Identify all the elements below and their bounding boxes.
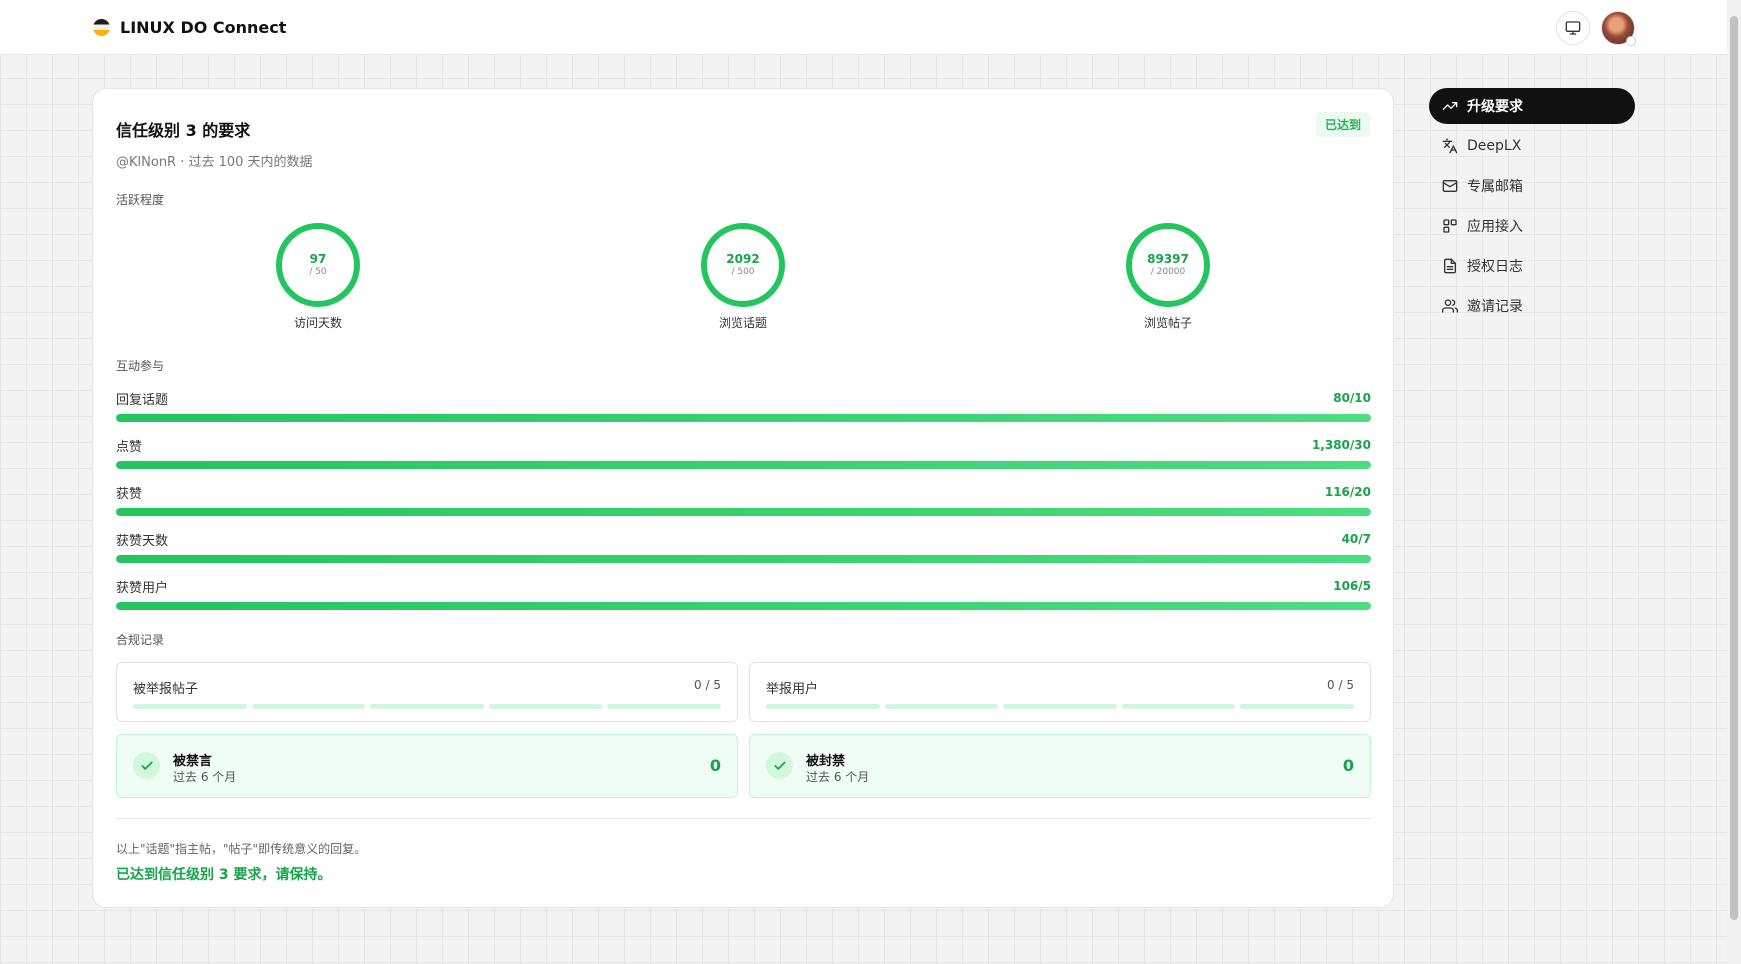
linux-do-logo-icon [93, 19, 110, 36]
bar-value: 80/10 [1333, 391, 1371, 405]
ring-label: 访问天数 [293, 316, 342, 330]
ring-target: / 500 [731, 267, 755, 277]
nav-item-mail[interactable]: 专属邮箱 [1429, 168, 1635, 204]
progress-fill [116, 414, 1371, 422]
bar-replies: 回复话题 80/10 [116, 389, 1371, 422]
activity-section-label: 活跃程度 [116, 193, 165, 207]
ring-topics-viewed: 2092 / 500 浏览话题 [683, 223, 803, 331]
box-title: 被举报帖子 [133, 682, 199, 697]
translate-icon [1441, 137, 1459, 155]
penalty-subtitle: 过去 6 个月 [806, 770, 870, 784]
ring-label: 浏览帖子 [1143, 316, 1192, 330]
ring-label: 浏览话题 [718, 316, 767, 330]
theme-toggle-button[interactable] [1556, 11, 1590, 45]
segment-bar [133, 704, 721, 709]
ring-value: 97 [309, 252, 327, 266]
card-subtitle: @KlNonR · 过去 100 天内的数据 [116, 155, 313, 170]
bar-liked-days: 获赞天数 40/7 [116, 530, 1371, 563]
progress-bar [116, 555, 1371, 563]
nav-item-invites[interactable]: 邀请记录 [1429, 288, 1635, 324]
check-icon [133, 752, 160, 779]
segment-bar [766, 704, 1354, 709]
brand[interactable]: LINUX DO Connect [93, 18, 286, 37]
progress-ring: 89397 / 20000 [1126, 223, 1210, 307]
bar-likes-given: 点赞 1,380/30 [116, 436, 1371, 469]
nav-item-auth-log[interactable]: 授权日志 [1429, 248, 1635, 284]
scrollbar-thumb[interactable] [1730, 16, 1738, 920]
progress-bar [116, 461, 1371, 469]
penalty-count: 0 [709, 756, 721, 775]
avatar[interactable] [1601, 11, 1636, 46]
document-icon [1441, 257, 1459, 275]
nav-item-apps[interactable]: 应用接入 [1429, 208, 1635, 244]
divider [116, 818, 1371, 819]
card-title: 信任级别 3 的要求 [116, 121, 251, 140]
monitor-icon [1565, 21, 1581, 35]
footnote: 以上"话题"指主帖，"帖子"即传统意义的回复。 [116, 842, 367, 856]
mail-icon [1441, 177, 1459, 195]
ring-posts-viewed: 89397 / 20000 浏览帖子 [1108, 223, 1228, 331]
nav-item-label: 邀请记录 [1467, 299, 1523, 315]
ring-visit-days: 97 / 50 访问天数 [258, 223, 378, 331]
interaction-section-label: 互动参与 [116, 359, 165, 373]
requirement-status: 已达到信任级别 3 要求，请保持。 [116, 867, 332, 883]
brand-title: LINUX DO Connect [120, 18, 287, 37]
box-count: 0 / 5 [694, 678, 721, 692]
users-icon [1441, 297, 1459, 315]
bar-value: 116/20 [1324, 485, 1371, 499]
box-count: 0 / 5 [1327, 678, 1354, 692]
progress-bar [116, 602, 1371, 610]
bar-likes-received: 获赞 116/20 [116, 483, 1371, 516]
side-nav: 升级要求 DeepLX 专属邮箱 应用接入 授权日志 邀请记录 [1429, 88, 1635, 328]
ring-target: / 50 [309, 267, 327, 277]
suspended-box: 被封禁 过去 6 个月 0 [749, 734, 1371, 798]
ring-value: 2092 [726, 252, 760, 266]
trending-up-icon [1441, 97, 1459, 115]
penalty-title: 被封禁 [806, 754, 846, 769]
trust-level-card: 信任级别 3 的要求 已达到 @KlNonR · 过去 100 天内的数据 活跃… [92, 88, 1394, 908]
progress-fill [116, 602, 1371, 610]
nav-item-label: 应用接入 [1467, 219, 1523, 235]
progress-fill [116, 555, 1371, 563]
bar-name: 回复话题 [116, 392, 169, 408]
check-icon [766, 752, 793, 779]
bar-name: 点赞 [116, 439, 143, 455]
status-badge: 已达到 [1315, 112, 1370, 137]
bar-value: 1,380/30 [1311, 438, 1371, 452]
ring-target: / 20000 [1150, 267, 1186, 277]
top-bar: LINUX DO Connect [0, 0, 1727, 55]
penalty-subtitle: 过去 6 个月 [173, 770, 237, 784]
progress-bar [116, 508, 1371, 516]
page-scrollbar[interactable] [1727, 0, 1741, 964]
nav-item-label: 专属邮箱 [1467, 179, 1523, 195]
ring-value: 89397 [1147, 252, 1189, 266]
nav-item-label: 升级要求 [1467, 99, 1523, 115]
compliance-section-label: 合规记录 [116, 633, 165, 647]
bar-name: 获赞 [116, 486, 143, 502]
apps-icon [1441, 217, 1459, 235]
silenced-box: 被禁言 过去 6 个月 0 [116, 734, 738, 798]
nav-item-label: DeepLX [1467, 138, 1522, 154]
box-title: 举报用户 [766, 682, 819, 697]
progress-ring: 2092 / 500 [701, 223, 785, 307]
progress-bar [116, 414, 1371, 422]
penalty-title: 被禁言 [173, 754, 213, 769]
nav-item-deeplx[interactable]: DeepLX [1429, 128, 1635, 164]
flagged-users-box: 举报用户 0 / 5 [749, 662, 1371, 722]
bar-liked-users: 获赞用户 106/5 [116, 577, 1371, 610]
progress-fill [116, 461, 1371, 469]
flagged-posts-box: 被举报帖子 0 / 5 [116, 662, 738, 722]
bar-value: 106/5 [1333, 579, 1371, 593]
nav-item-upgrade[interactable]: 升级要求 [1429, 88, 1635, 124]
bar-name: 获赞用户 [116, 580, 169, 596]
progress-fill [116, 508, 1371, 516]
progress-ring: 97 / 50 [276, 223, 360, 307]
nav-item-label: 授权日志 [1467, 259, 1523, 275]
avatar-status-icon [1626, 36, 1636, 46]
penalty-count: 0 [1342, 756, 1354, 775]
bar-name: 获赞天数 [116, 533, 169, 549]
bar-value: 40/7 [1341, 532, 1371, 546]
